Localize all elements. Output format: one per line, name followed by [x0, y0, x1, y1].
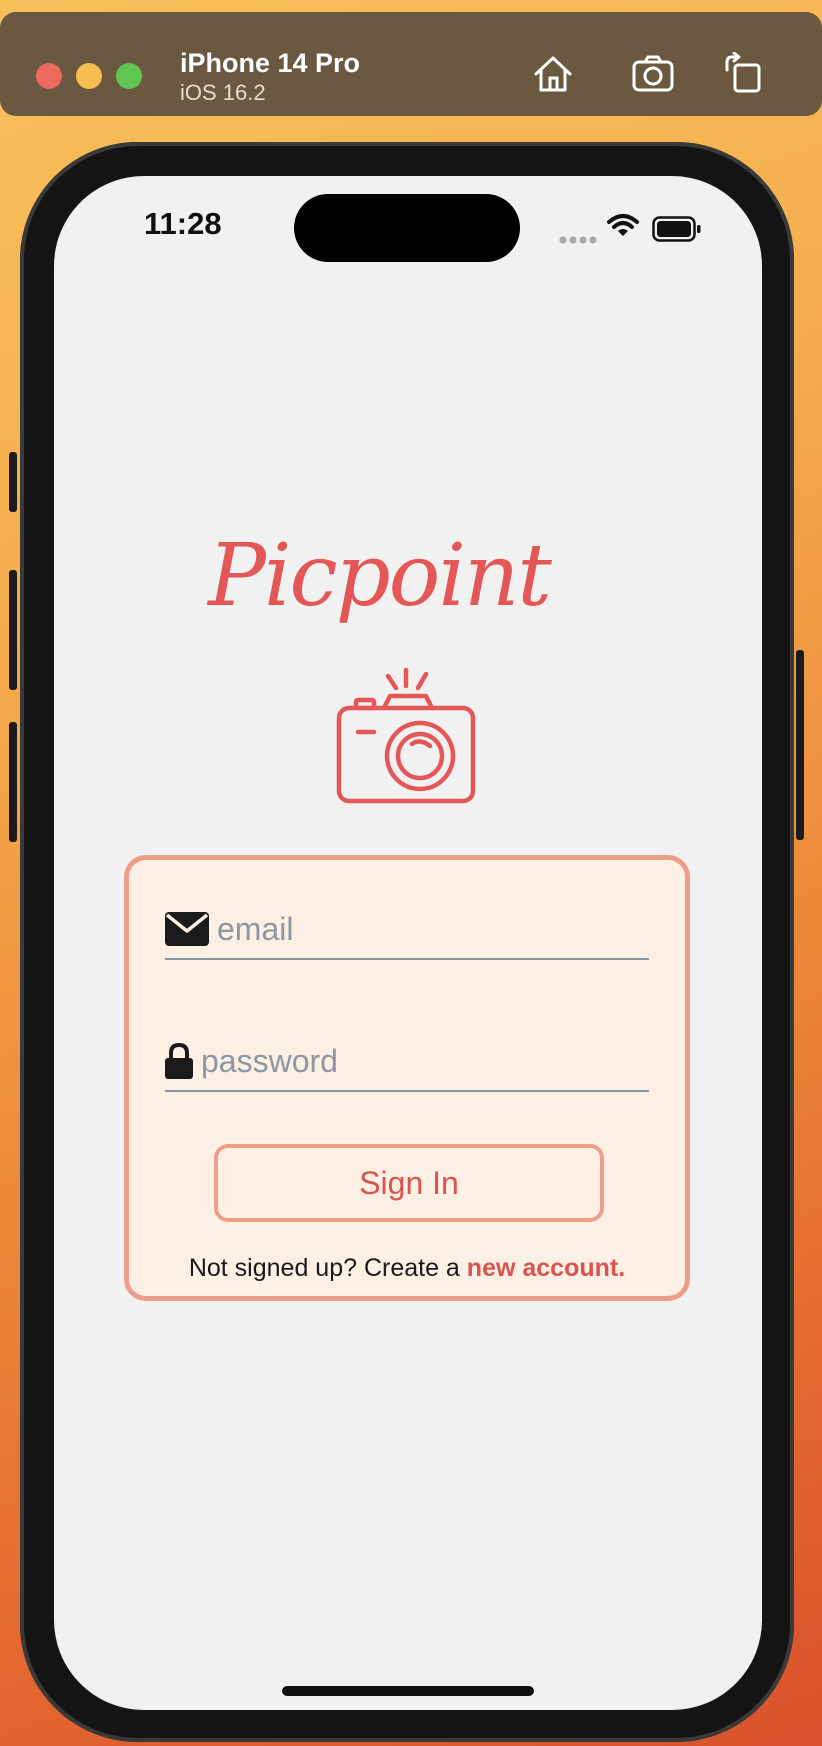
- envelope-icon: [165, 912, 209, 946]
- mute-switch: [9, 452, 17, 512]
- simulator-title-bar: iPhone 14 Pro iOS 16.2: [0, 12, 822, 116]
- zoom-window-button[interactable]: [116, 63, 142, 89]
- battery-icon: [652, 216, 702, 247]
- power-button: [796, 650, 804, 840]
- cellular-signal-icon: [559, 231, 597, 249]
- camera-icon: [336, 666, 480, 811]
- new-account-link[interactable]: new account.: [467, 1254, 625, 1282]
- device-name: iPhone 14 Pro: [180, 48, 361, 78]
- home-indicator[interactable]: [282, 1686, 534, 1696]
- volume-up-button: [9, 570, 17, 690]
- app-brand-name: Picpoint: [208, 526, 552, 626]
- login-card: Sign In Not signed up? Create a new acco…: [124, 855, 690, 1301]
- dynamic-island: [294, 194, 520, 262]
- password-field: [165, 1032, 649, 1092]
- signup-prompt-text: Not signed up? Create a: [188, 1254, 460, 1282]
- email-input[interactable]: [217, 910, 649, 948]
- rotate-icon[interactable]: [722, 51, 766, 96]
- close-window-button[interactable]: [36, 63, 62, 89]
- signup-prompt: Not signed up? Create a new account.: [129, 1254, 685, 1283]
- wifi-icon: [607, 213, 639, 244]
- phone-screen: 11:28 Picpoint email Sign In Not signed …: [54, 176, 762, 1710]
- os-version: iOS 16.2: [180, 80, 266, 105]
- lock-icon: [165, 1043, 193, 1079]
- email-field: [165, 900, 649, 960]
- sign-in-button[interactable]: Sign In: [214, 1144, 604, 1222]
- volume-down-button: [9, 722, 17, 842]
- screenshot-icon[interactable]: [631, 52, 675, 96]
- home-icon[interactable]: [531, 52, 575, 96]
- password-input[interactable]: [201, 1042, 649, 1080]
- minimize-window-button[interactable]: [76, 63, 102, 89]
- status-time: 11:28: [144, 206, 222, 241]
